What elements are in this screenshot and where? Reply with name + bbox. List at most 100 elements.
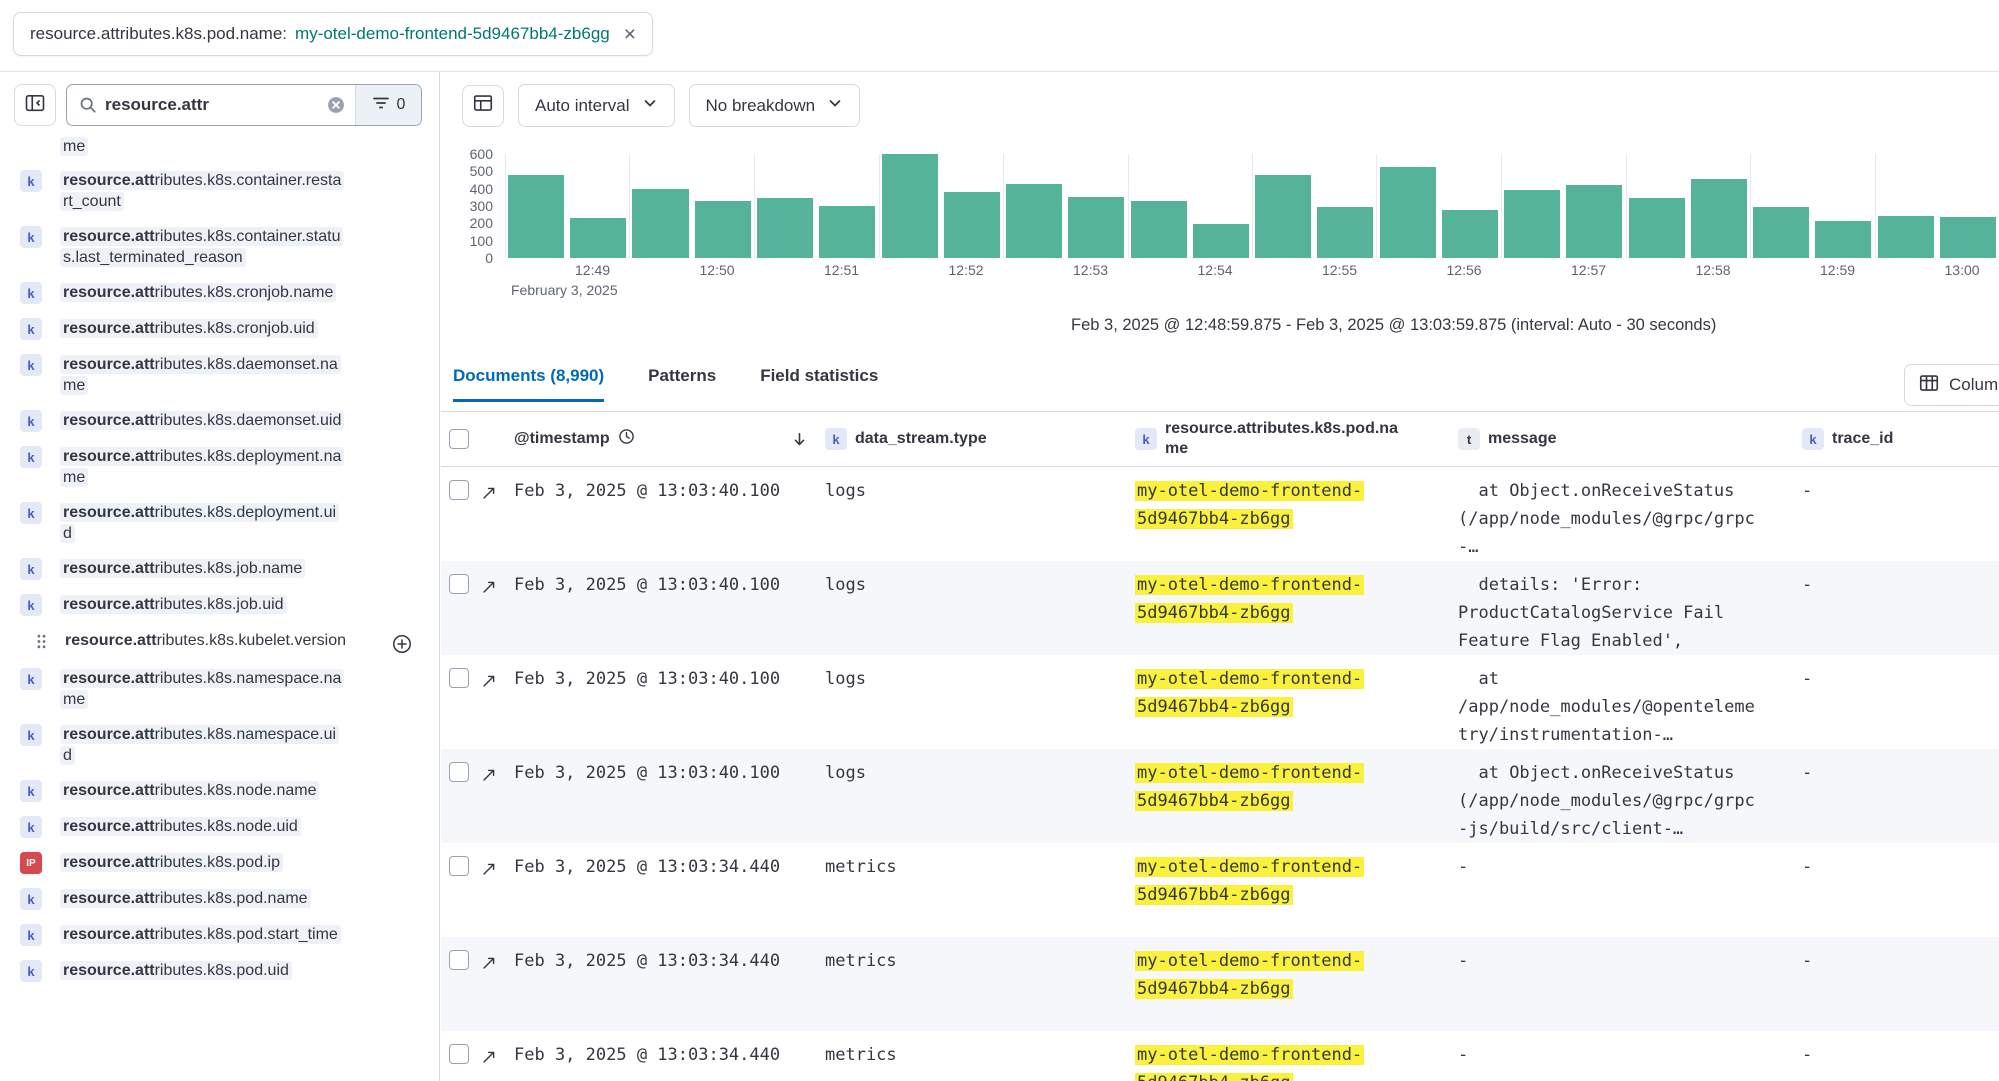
- histogram-bar[interactable]: [1317, 207, 1373, 258]
- row-checkbox[interactable]: [449, 480, 469, 500]
- row-checkbox[interactable]: [449, 668, 469, 688]
- histogram-bar[interactable]: [1629, 198, 1685, 258]
- column-header-data-stream-type[interactable]: k data_stream.type: [819, 428, 1129, 450]
- histogram-bar[interactable]: [1193, 224, 1249, 258]
- field-list-item[interactable]: kresource.attributes.k8s.container.statu…: [20, 226, 439, 268]
- field-list-item[interactable]: kresource.attributes.k8s.daemonset.name: [20, 354, 439, 396]
- tab-documents[interactable]: Documents (8,990): [453, 366, 604, 402]
- column-header-timestamp[interactable]: @timestamp: [507, 428, 779, 450]
- field-list-item[interactable]: kresource.attributes.k8s.pod.uid: [20, 960, 439, 982]
- sort-descending-icon[interactable]: [779, 431, 819, 448]
- pod-name-cell: my-otel-demo-frontend-5d9467bb4-zb6gg: [1129, 937, 1452, 1003]
- expand-document-icon[interactable]: [477, 843, 507, 886]
- field-list-item[interactable]: kresource.attributes.k8s.namespace.name: [20, 668, 439, 710]
- histogram-bar[interactable]: [1380, 167, 1436, 258]
- expand-document-icon[interactable]: [477, 1031, 507, 1074]
- field-search-input[interactable]: [105, 95, 317, 115]
- keyword-type-icon: k: [20, 318, 42, 340]
- histogram-bar[interactable]: [819, 206, 875, 258]
- histogram-bar[interactable]: [944, 192, 1000, 258]
- table-row: Feb 3, 2025 @ 13:03:34.440 metrics my-ot…: [441, 1031, 1999, 1081]
- select-all-checkbox[interactable]: [449, 429, 469, 449]
- expand-document-icon[interactable]: [477, 467, 507, 510]
- chart-options-button[interactable]: [462, 85, 504, 127]
- trace-id-cell: -: [1796, 1031, 1999, 1069]
- expand-document-icon[interactable]: [477, 561, 507, 604]
- field-list-item[interactable]: kresource.attributes.k8s.pod.start_time: [20, 924, 439, 946]
- field-list-item[interactable]: k resource.attributes.k8s.cronjob.uid: [20, 318, 439, 340]
- histogram-bar[interactable]: [1691, 179, 1747, 258]
- field-list-item[interactable]: kresource.attributes.k8s.deployment.uid: [20, 502, 439, 544]
- timestamp-cell: Feb 3, 2025 @ 13:03:40.100: [507, 749, 779, 787]
- row-checkbox[interactable]: [449, 856, 469, 876]
- field-list-item[interactable]: kresource.attributes.k8s.pod.name: [20, 888, 439, 910]
- histogram-bar[interactable]: [570, 218, 626, 258]
- field-name: resource.attributes.k8s.namespace.uid: [60, 725, 339, 765]
- histogram-bar[interactable]: [1753, 207, 1809, 258]
- histogram-bar[interactable]: [882, 154, 938, 258]
- row-checkbox[interactable]: [449, 1044, 469, 1064]
- expand-document-icon[interactable]: [477, 937, 507, 980]
- field-list-item[interactable]: resource.attributes.k8s.kubelet.version: [20, 630, 439, 654]
- tab-patterns[interactable]: Patterns: [648, 366, 716, 399]
- histogram-bar[interactable]: [632, 189, 688, 258]
- field-list-item[interactable]: IPresource.attributes.k8s.pod.ip: [20, 852, 439, 874]
- tab-field-statistics[interactable]: Field statistics: [760, 366, 878, 399]
- trace-id-cell: -: [1796, 655, 1999, 693]
- histogram-bar[interactable]: [1068, 197, 1124, 258]
- interval-select[interactable]: Auto interval: [518, 84, 675, 127]
- drag-handle-icon[interactable]: [36, 633, 47, 650]
- histogram-chart: 6005004003002001000: [441, 154, 1999, 258]
- field-list-item[interactable]: kresource.attributes.k8s.deployment.name: [20, 446, 439, 488]
- expand-document-icon[interactable]: [477, 655, 507, 698]
- x-axis: February 3, 2025 12:4912:5012:5112:5212:…: [505, 262, 1999, 302]
- histogram-bar[interactable]: [1940, 217, 1996, 258]
- histogram-bar[interactable]: [1878, 216, 1934, 259]
- field-name: resource.attributes.k8s.cronjob.uid: [60, 319, 318, 338]
- histogram-bar[interactable]: [1255, 175, 1311, 258]
- field-list-item[interactable]: kresource.attributes.k8s.namespace.uid: [20, 724, 439, 766]
- columns-button[interactable]: Columns: [1904, 364, 1999, 406]
- histogram-bar[interactable]: [695, 201, 751, 258]
- keyword-type-icon: k: [20, 410, 42, 432]
- row-checkbox[interactable]: [449, 762, 469, 782]
- field-list-item[interactable]: kresource.attributes.k8s.job.uid: [20, 594, 439, 616]
- field-list-item[interactable]: kresource.attributes.k8s.job.name: [20, 558, 439, 580]
- gridline: [1003, 154, 1004, 258]
- column-header-message[interactable]: t message: [1452, 428, 1796, 450]
- histogram-bar[interactable]: [1006, 184, 1062, 259]
- field-list-item[interactable]: kresource.attributes.k8s.cronjob.name: [20, 282, 439, 304]
- grid-icon: [473, 93, 493, 118]
- field-list-item[interactable]: kresource.attributes.k8s.container.resta…: [20, 170, 439, 212]
- collapse-sidebar-button[interactable]: [14, 84, 56, 126]
- histogram-bar[interactable]: [757, 198, 813, 258]
- histogram-bar[interactable]: [1442, 210, 1498, 259]
- table-row: Feb 3, 2025 @ 13:03:34.440 metrics my-ot…: [441, 843, 1999, 937]
- field-filter-button[interactable]: 0: [355, 85, 421, 125]
- column-header-pod-name[interactable]: k resource.attributes.k8s.pod.name: [1129, 419, 1452, 459]
- keyword-type-icon: k: [20, 446, 42, 468]
- keyword-type-icon: k: [20, 816, 42, 838]
- histogram-bar[interactable]: [508, 175, 564, 258]
- field-list-item[interactable]: kresource.attributes.k8s.daemonset.uid: [20, 410, 439, 432]
- row-checkbox[interactable]: [449, 950, 469, 970]
- filter-pill[interactable]: resource.attributes.k8s.pod.name: my-ote…: [13, 12, 653, 56]
- field-list-item[interactable]: kresource.attributes.k8s.node.name: [20, 780, 439, 802]
- row-checkbox[interactable]: [449, 574, 469, 594]
- clear-search-icon[interactable]: [327, 96, 345, 114]
- histogram-bar[interactable]: [1815, 221, 1871, 258]
- y-axis-tick: 300: [470, 198, 493, 214]
- histogram-bar[interactable]: [1131, 201, 1187, 258]
- histogram-bar[interactable]: [1566, 185, 1622, 258]
- remove-filter-icon[interactable]: ×: [624, 24, 636, 45]
- add-field-to-table-button[interactable]: [392, 634, 412, 654]
- x-axis-label: 12:54: [1198, 262, 1233, 278]
- breakdown-select[interactable]: No breakdown: [689, 84, 861, 127]
- expand-document-icon[interactable]: [477, 749, 507, 792]
- highlighted-pod-name: my-otel-demo-frontend-5d9467bb4-zb6gg: [1135, 481, 1364, 529]
- field-list-item[interactable]: kresource.attributes.k8s.node.uid: [20, 816, 439, 838]
- column-header-trace-id[interactable]: k trace_id: [1796, 428, 1999, 450]
- data-stream-type-cell: metrics: [819, 1031, 1129, 1069]
- field-list-item-partial[interactable]: me: [60, 136, 439, 157]
- histogram-bar[interactable]: [1504, 190, 1560, 259]
